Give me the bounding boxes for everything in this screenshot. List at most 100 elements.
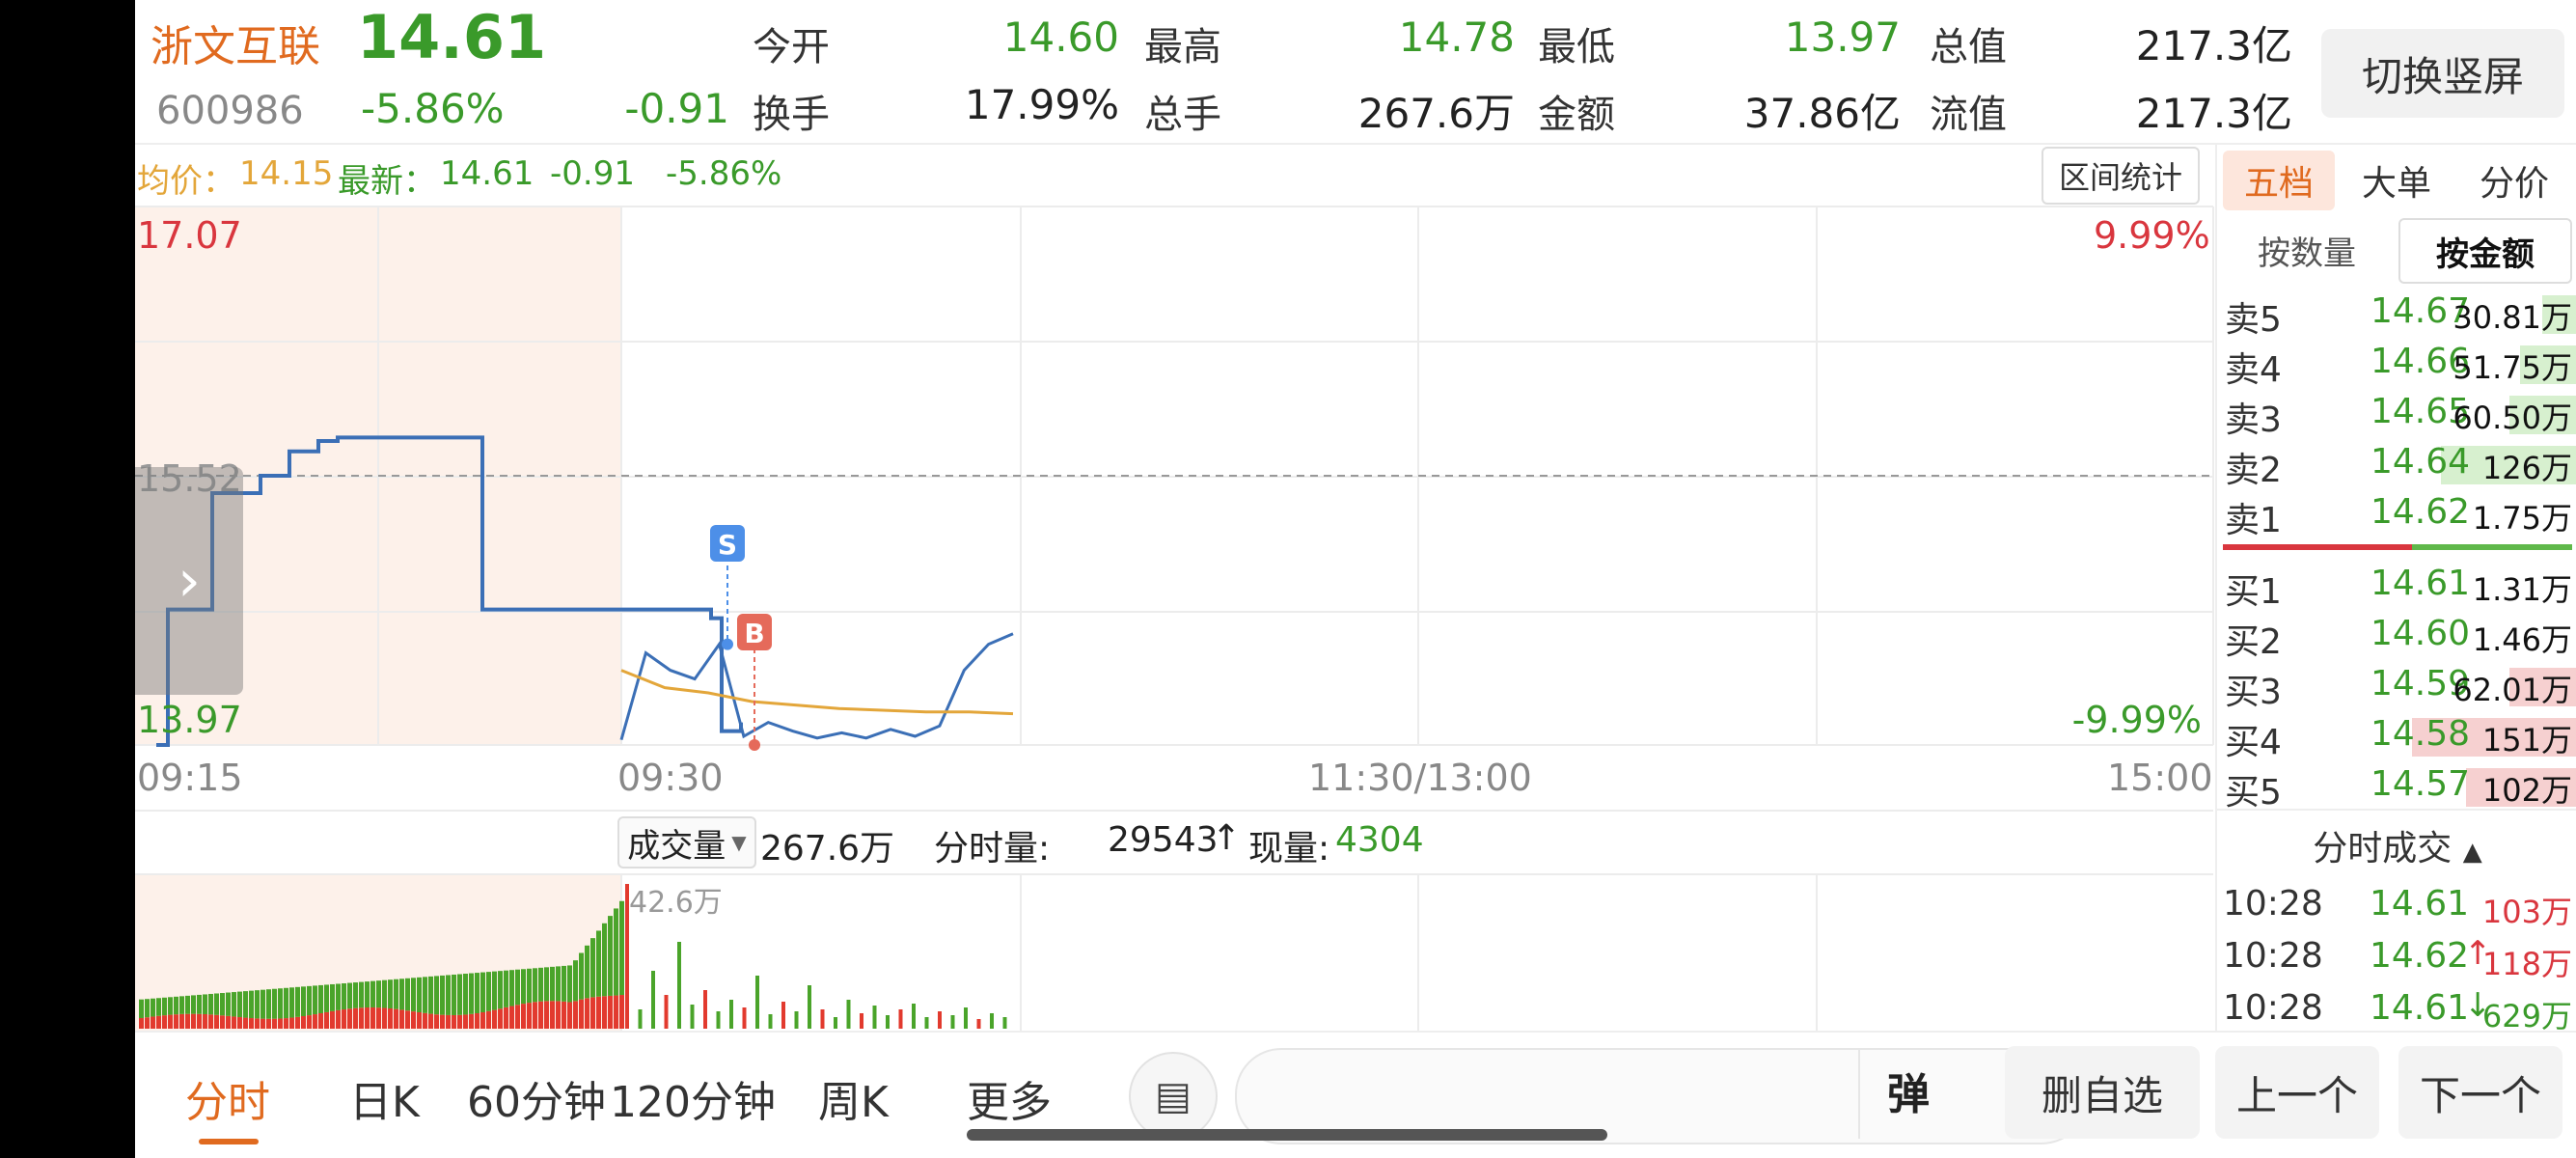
- tab-level5[interactable]: 五档: [2223, 151, 2335, 210]
- premarket-vol-red: [440, 1014, 445, 1029]
- tab-big-orders[interactable]: 大单: [2341, 151, 2453, 210]
- tab-price-dist[interactable]: 分价: [2458, 151, 2570, 210]
- premarket-vol-green: [463, 974, 468, 1015]
- premarket-vol-green: [162, 997, 167, 1016]
- subtab-by-quantity[interactable]: 按数量: [2223, 220, 2391, 280]
- premarket-vol-green: [370, 980, 375, 1007]
- trade-volume: 118万: [2481, 946, 2572, 982]
- premarket-vol-red: [480, 1012, 485, 1029]
- total-volume: 267.6万: [760, 829, 895, 868]
- premarket-vol-green: [423, 977, 427, 1013]
- premarket-vol-green: [388, 979, 393, 1008]
- premarket-vol-red: [289, 1017, 294, 1029]
- trade-row: 10:28 14.62 ↑ 118万: [2217, 932, 2576, 982]
- sell-row[interactable]: 卖3 14.65 60.50万: [2217, 388, 2576, 440]
- now-value: 4304: [1335, 820, 1424, 860]
- prev-stock-button[interactable]: 上一个: [2215, 1046, 2379, 1139]
- expand-handle[interactable]: ›: [135, 467, 243, 695]
- tab-weekly-k[interactable]: 周K: [818, 1067, 889, 1129]
- premarket-vol-green: [168, 997, 173, 1015]
- premarket-vol-red: [382, 1007, 387, 1029]
- fenshi-arrow: ↑: [1212, 818, 1242, 858]
- premarket-vol-green: [457, 974, 462, 1015]
- premarket-vol-green: [550, 966, 555, 1002]
- premarket-vol-red: [388, 1007, 393, 1029]
- premarket-vol-green: [359, 981, 364, 1008]
- premarket-vol-green: [573, 960, 578, 1002]
- sell-level: 卖2: [2225, 451, 2282, 490]
- premarket-vol-red: [579, 999, 584, 1029]
- premarket-vol-green: [394, 979, 398, 1009]
- premarket-vol-red: [260, 1018, 265, 1029]
- notes-icon[interactable]: ▤: [1129, 1052, 1218, 1141]
- premarket-vol-red: [243, 1017, 248, 1029]
- premarket-vol-red: [307, 1015, 312, 1029]
- premarket-vol-red: [602, 996, 607, 1029]
- premarket-vol-green: [243, 991, 248, 1018]
- buy-row[interactable]: 买4 14.58 151万: [2217, 710, 2576, 762]
- buy-row[interactable]: 买1 14.61 1.31万: [2217, 560, 2576, 612]
- danmu-toggle[interactable]: 弹: [1887, 1060, 1930, 1121]
- buy-row[interactable]: 买2 14.60 1.46万: [2217, 610, 2576, 662]
- subtab-by-amount[interactable]: 按金额: [2398, 218, 2572, 284]
- sell-level: 卖5: [2225, 300, 2282, 340]
- sell-row[interactable]: 卖2 14.64 126万: [2217, 438, 2576, 490]
- premarket-vol-red: [156, 1015, 161, 1029]
- tab-more[interactable]: 更多: [967, 1067, 1052, 1129]
- volume-bar: [846, 1000, 851, 1029]
- premarket-vol-green: [382, 979, 387, 1008]
- premarket-vol-red: [330, 1010, 335, 1029]
- premarket-vol-green: [411, 978, 416, 1012]
- premarket-vol-red: [533, 1002, 537, 1029]
- buy-price: 14.60: [2370, 614, 2470, 653]
- premarket-vol-red: [272, 1018, 277, 1029]
- buy-price: 14.57: [2370, 764, 2470, 804]
- trades-title[interactable]: 分时成交 ▲: [2217, 820, 2576, 870]
- volume-bar: [690, 1005, 695, 1029]
- premarket-vol-green: [301, 986, 306, 1017]
- tab-daily-k[interactable]: 日K: [349, 1067, 420, 1129]
- buy-volume: 1.46万: [2472, 621, 2572, 658]
- premarket-vol-green: [405, 978, 410, 1011]
- volume-bar: [755, 976, 759, 1029]
- premarket-vol-red: [301, 1016, 306, 1029]
- switch-portrait-button[interactable]: 切换竖屏: [2321, 29, 2564, 118]
- premarket-vol-green: [324, 984, 329, 1012]
- sell-price: 14.64: [2370, 442, 2470, 482]
- premarket-vol-red: [469, 1013, 474, 1029]
- sell-row[interactable]: 卖1 14.62 1.75万: [2217, 488, 2576, 540]
- tab-60min[interactable]: 60分钟: [467, 1067, 606, 1129]
- premarket-vol-green: [608, 916, 613, 996]
- premarket-vol-green: [145, 999, 150, 1018]
- sell-row[interactable]: 卖4 14.66 51.75万: [2217, 338, 2576, 390]
- sell-row[interactable]: 卖5 14.67 30.81万: [2217, 288, 2576, 340]
- tab-underline: [199, 1139, 259, 1144]
- tab-120min[interactable]: 120分钟: [610, 1067, 776, 1129]
- intraday-chart[interactable]: SB: [135, 0, 2215, 1031]
- scrollbar-thumb[interactable]: [967, 1129, 1607, 1141]
- sell-volume: 60.50万: [2453, 400, 2572, 436]
- next-stock-button[interactable]: 下一个: [2398, 1046, 2562, 1139]
- premarket-vol-red: [139, 1017, 144, 1029]
- buy-price: 14.58: [2370, 714, 2470, 754]
- premarket-vol-red: [185, 1013, 190, 1029]
- y-max-label: 17.07: [137, 214, 242, 257]
- buy-row[interactable]: 买5 14.57 102万: [2217, 760, 2576, 813]
- volume-bar: [990, 1013, 994, 1029]
- remove-watchlist-button[interactable]: 删自选: [2005, 1046, 2200, 1139]
- premarket-vol-green: [399, 979, 404, 1010]
- sell-marker-dot: [722, 638, 733, 650]
- x-tick-0930: 09:30: [617, 757, 724, 799]
- premarket-vol-green: [174, 996, 178, 1015]
- trade-time: 10:28: [2223, 884, 2323, 924]
- volume-indicator-select[interactable]: 成交量 ▼: [617, 816, 756, 868]
- trades-title-label: 分时成交: [2313, 829, 2453, 868]
- premarket-vol-green: [347, 982, 352, 1009]
- trade-row: 10:28 14.61 ↓ 629万: [2217, 984, 2576, 1034]
- buy-volume: 1.31万: [2472, 571, 2572, 608]
- premarket-vol-green: [486, 972, 491, 1011]
- buy-row[interactable]: 买3 14.59 62.01万: [2217, 660, 2576, 712]
- volume-bar: [964, 1007, 968, 1029]
- premarket-vol-red: [255, 1018, 260, 1029]
- tab-intraday[interactable]: 分时: [185, 1067, 270, 1129]
